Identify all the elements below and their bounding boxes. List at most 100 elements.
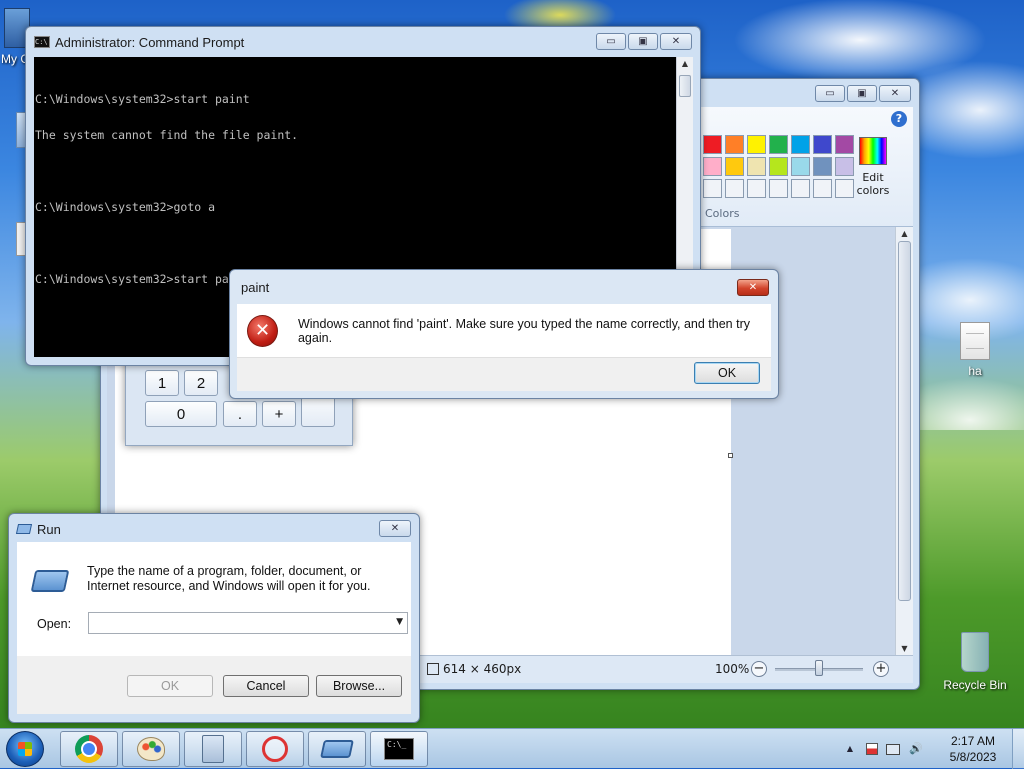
color-swatch[interactable] (813, 157, 832, 176)
chrome-icon (75, 735, 103, 763)
document-icon (960, 322, 990, 360)
volume-icon[interactable]: 🔊 (908, 741, 924, 757)
network-icon[interactable] (886, 743, 900, 755)
error-body: ✕ Windows cannot find 'paint'. Make sure… (237, 304, 771, 357)
paint-minimize-button[interactable]: ▭ (815, 85, 845, 102)
color-swatch[interactable] (703, 179, 722, 198)
cmd-icon: C:\_ (384, 738, 414, 760)
zoom-level: 100% (715, 662, 750, 676)
taskbar-paint[interactable] (122, 731, 180, 767)
color-swatch[interactable] (835, 135, 854, 154)
run-title: Run (37, 521, 61, 537)
calc-key-2[interactable]: 2 (184, 370, 218, 396)
color-swatch[interactable] (769, 157, 788, 176)
paint-maximize-button[interactable]: ▣ (847, 85, 877, 102)
cmd-close-button[interactable]: ✕ (660, 33, 692, 50)
error-footer: OK (237, 357, 771, 391)
color-swatch[interactable] (813, 179, 832, 198)
open-input[interactable]: ▼ (88, 612, 408, 634)
console-line: C:\Windows\system32>goto a (35, 200, 216, 214)
scroll-down-icon[interactable]: ▼ (896, 644, 913, 653)
canvas-resize-handle[interactable] (728, 453, 733, 458)
paint-close-button[interactable]: ✕ (879, 85, 911, 102)
cmd-caption-buttons: ▭ ▣ ✕ (596, 33, 692, 50)
error-icon: ✕ (247, 314, 278, 347)
canvas-vertical-scrollbar[interactable]: ▲ ▼ (895, 227, 913, 655)
color-swatch[interactable] (813, 135, 832, 154)
color-swatch[interactable] (769, 135, 788, 154)
taskbar-chrome[interactable] (60, 731, 118, 767)
run-icon (320, 740, 354, 758)
color-swatch[interactable] (835, 179, 854, 198)
error-titlebar[interactable]: paint (230, 270, 778, 304)
open-label: Open: (37, 617, 72, 631)
cmd-icon: C:\ (34, 36, 50, 48)
cmd-scroll-thumb[interactable] (679, 75, 691, 97)
desktop-icon-recycle-bin[interactable]: Recycle Bin (940, 632, 1010, 692)
color-swatch[interactable] (747, 135, 766, 154)
color-swatch[interactable] (747, 157, 766, 176)
taskbar-clock[interactable]: 2:17 AM 5/8/2023 (930, 733, 1016, 765)
desktop-icon-ha[interactable]: ha (950, 322, 1000, 378)
taskbar-snipping-tool[interactable] (246, 731, 304, 767)
color-swatch[interactable] (747, 179, 766, 198)
edit-colors-button[interactable]: Edit colors (855, 137, 891, 197)
rainbow-icon (859, 137, 887, 165)
error-ok-button[interactable]: OK (694, 362, 760, 384)
scroll-thumb[interactable] (898, 241, 911, 601)
color-swatch[interactable] (835, 157, 854, 176)
canvas-size-icon (427, 663, 439, 675)
error-dialog[interactable]: paint ✕ ✕ Windows cannot find 'paint'. M… (229, 269, 779, 399)
taskbar-run[interactable] (308, 731, 366, 767)
action-center-flag-icon[interactable] (866, 743, 878, 755)
error-caption-buttons: ✕ (737, 279, 769, 296)
taskbar-calculator[interactable] (184, 731, 242, 767)
help-icon[interactable]: ? (891, 111, 907, 127)
canvas-dimensions: 614 × 460px (427, 662, 521, 676)
cmd-scroll-up-icon[interactable]: ▲ (677, 59, 693, 68)
tray-expand-icon[interactable]: ▲ (842, 741, 858, 757)
zoom-out-button[interactable]: − (751, 661, 767, 677)
run-titlebar[interactable]: Run (9, 514, 419, 544)
color-swatch[interactable] (791, 157, 810, 176)
run-footer: OK Cancel Browse... (17, 656, 411, 714)
zoom-in-button[interactable]: + (873, 661, 889, 677)
zoom-slider-thumb[interactable] (815, 660, 823, 676)
calc-key-1[interactable]: 1 (145, 370, 179, 396)
run-body: Type the name of a program, folder, docu… (17, 542, 411, 656)
console-line: The system cannot find the file paint. (35, 128, 299, 142)
error-message: Windows cannot find 'paint'. Make sure y… (297, 316, 750, 345)
clock-time: 2:17 AM (950, 734, 996, 748)
color-swatch[interactable] (703, 157, 722, 176)
color-swatch[interactable] (725, 135, 744, 154)
show-desktop-button[interactable] (1012, 729, 1024, 769)
system-tray: ▲ 🔊 (842, 741, 924, 757)
run-caption-buttons: ✕ (379, 520, 411, 537)
run-close-button[interactable]: ✕ (379, 520, 411, 537)
taskbar-cmd[interactable]: C:\_ (370, 731, 428, 767)
color-swatch[interactable] (791, 135, 810, 154)
run-ok-button[interactable]: OK (127, 675, 213, 697)
calc-key-plus[interactable]: + (262, 401, 296, 427)
calc-key-0[interactable]: 0 (145, 401, 217, 427)
color-swatch[interactable] (791, 179, 810, 198)
cmd-title: Administrator: Command Prompt (55, 34, 245, 50)
scroll-up-icon[interactable]: ▲ (896, 229, 913, 238)
chevron-down-icon[interactable]: ▼ (396, 617, 403, 627)
color-swatch[interactable] (769, 179, 788, 198)
color-swatch[interactable] (725, 157, 744, 176)
color-swatch[interactable] (703, 135, 722, 154)
calculator-icon (202, 735, 224, 763)
error-close-button[interactable]: ✕ (737, 279, 769, 296)
taskbar: C:\_ ▲ 🔊 2:17 AM 5/8/2023 (0, 728, 1024, 769)
cmd-minimize-button[interactable]: ▭ (596, 33, 626, 50)
colors-group-label: Colors (705, 207, 740, 220)
start-button[interactable] (6, 731, 44, 767)
run-dialog[interactable]: Run ✕ Type the name of a program, folder… (8, 513, 420, 723)
run-cancel-button[interactable]: Cancel (223, 675, 309, 697)
color-swatch[interactable] (725, 179, 744, 198)
calc-key-decimal[interactable]: . (223, 401, 257, 427)
run-browse-button[interactable]: Browse... (316, 675, 402, 697)
cmd-maximize-button[interactable]: ▣ (628, 33, 658, 50)
